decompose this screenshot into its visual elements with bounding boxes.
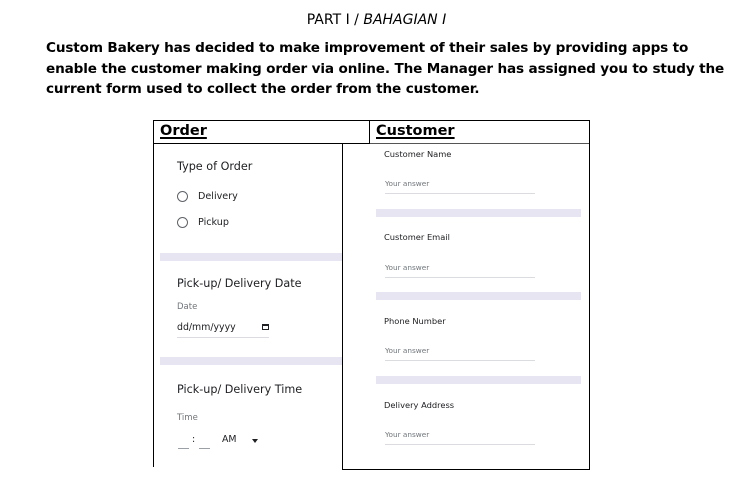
minute-field[interactable] <box>199 448 210 449</box>
pickup-radio-icon[interactable] <box>177 217 188 228</box>
time-separator: : <box>192 434 196 445</box>
date-input-placeholder: dd/mm/yyyy <box>177 322 236 333</box>
chevron-down-icon[interactable] <box>252 439 258 443</box>
delivery-option[interactable]: Delivery <box>177 191 238 202</box>
table-header-divider <box>369 120 370 144</box>
hour-field[interactable] <box>178 448 189 449</box>
heading-part: PART I / <box>306 12 364 28</box>
customer-email-input[interactable]: Your answer <box>385 263 535 278</box>
intro-paragraph: Custom Bakery has decided to make improv… <box>46 40 725 97</box>
ampm-select[interactable]: AM <box>222 434 237 445</box>
time-question-title: Pick-up/ Delivery Time <box>177 383 303 396</box>
section-divider <box>376 376 581 384</box>
delivery-radio-icon[interactable] <box>177 191 188 202</box>
order-header-border <box>153 143 369 144</box>
date-label: Date <box>177 302 198 312</box>
time-input[interactable]: : AM <box>177 434 277 452</box>
table-left-border <box>153 120 154 467</box>
type-of-order-title: Type of Order <box>177 160 253 173</box>
customer-email-label: Customer Email <box>384 232 450 242</box>
table-bottom-border <box>342 469 590 470</box>
customer-name-input[interactable]: Your answer <box>385 179 535 194</box>
page-heading: PART I / BAHAGIAN I <box>0 12 753 28</box>
calendar-icon[interactable] <box>262 324 269 330</box>
pickup-option-label: Pickup <box>198 217 229 228</box>
table-right-border <box>589 120 590 470</box>
heading-part-italic: BAHAGIAN I <box>363 12 447 28</box>
date-question-title: Pick-up/ Delivery Date <box>177 277 302 290</box>
table-top-border <box>153 120 590 121</box>
customer-header-border <box>369 143 590 144</box>
phone-number-label: Phone Number <box>384 316 446 326</box>
delivery-address-label: Delivery Address <box>384 400 455 410</box>
section-divider <box>160 357 342 365</box>
section-divider <box>160 253 342 261</box>
section-divider <box>376 209 581 217</box>
pickup-option[interactable]: Pickup <box>177 217 229 228</box>
delivery-option-label: Delivery <box>198 191 238 202</box>
phone-number-input[interactable]: Your answer <box>385 346 535 361</box>
customer-column-header: Customer <box>376 123 455 139</box>
customer-name-label: Customer Name <box>384 149 452 159</box>
delivery-address-input[interactable]: Your answer <box>385 430 535 445</box>
section-divider <box>376 292 581 300</box>
order-column-header: Order <box>160 123 207 139</box>
order-panel-right-border <box>342 144 343 469</box>
time-label: Time <box>177 413 198 423</box>
date-input[interactable]: dd/mm/yyyy <box>177 322 269 338</box>
